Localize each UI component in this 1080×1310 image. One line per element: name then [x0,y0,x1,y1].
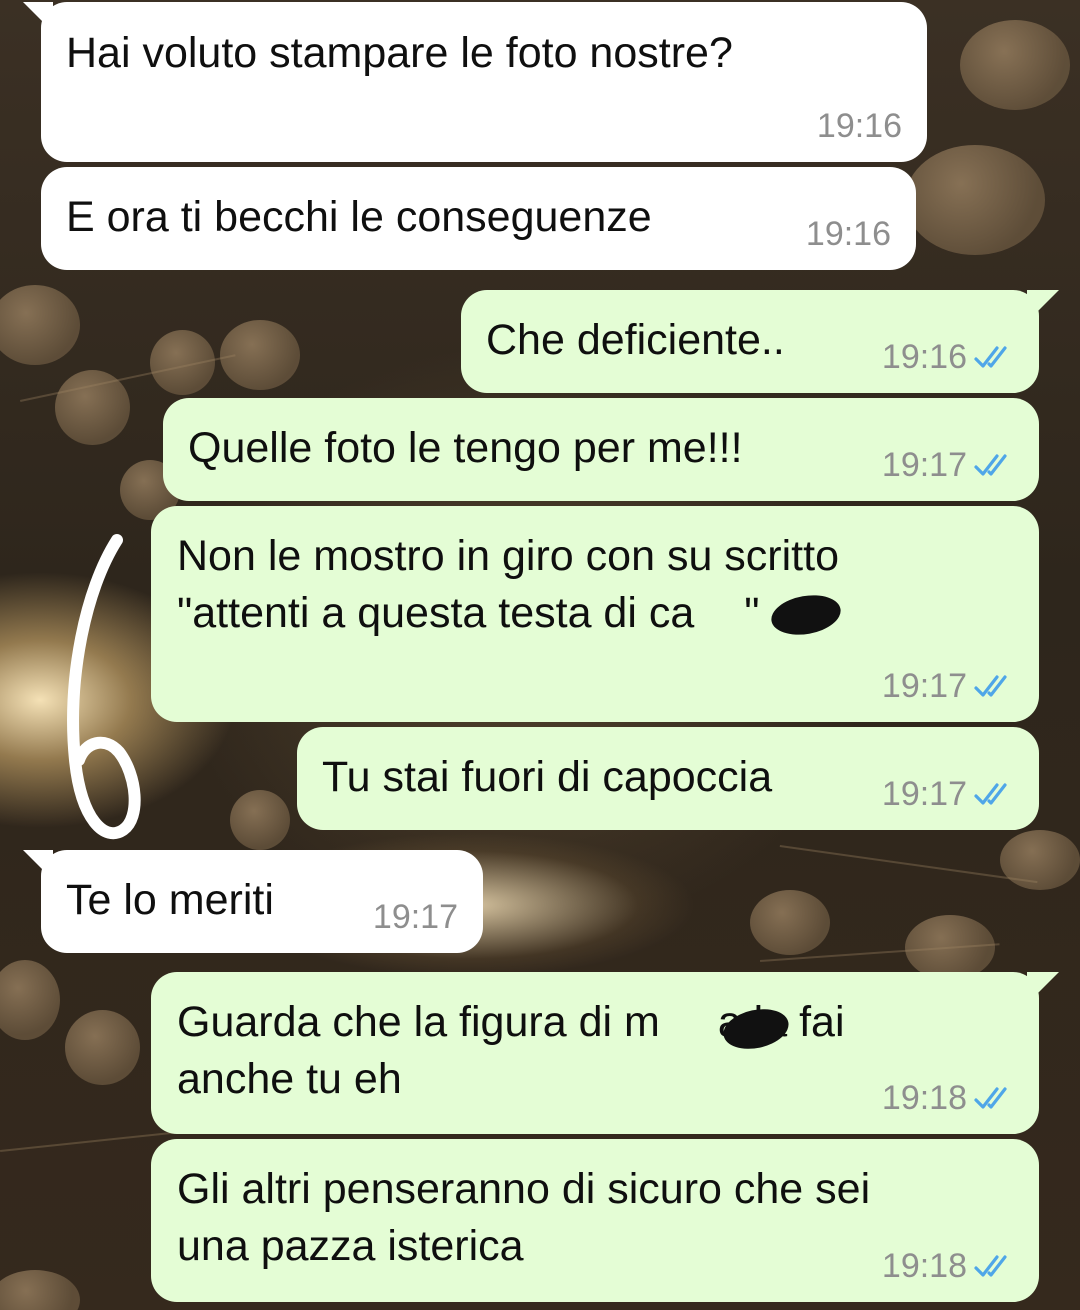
outgoing-message-bubble[interactable]: Tu stai fuori di capoccia 19:17 [297,727,1039,830]
message-text-line: "attenti a questa testa di ca " [177,585,760,641]
wallpaper-decoration [55,370,130,445]
double-check-icon [974,783,1007,805]
message-timestamp: 19:16 [881,338,967,376]
outgoing-message-bubble[interactable]: Che deficiente.. 19:16 [461,290,1059,393]
message-text: E ora ti becchi le conseguenze [66,193,652,241]
wallpaper-decoration [905,145,1045,255]
message-text: Quelle foto le tengo per me!!! [188,424,743,472]
message-meta: 19:18 [882,1078,1017,1118]
message-text-fragment: Guarda che la figura di m [177,998,660,1046]
message-text: Tu stai fuori di capoccia [322,753,773,801]
double-check-icon [974,454,1007,476]
message-text-line: Gli altri penseranno di sicuro che sei [177,1165,871,1213]
message-timestamp: 19:17 [372,898,458,936]
outgoing-message-bubble[interactable]: Non le mostro in giro con su scritto "at… [151,506,1039,722]
incoming-message-bubble[interactable]: Hai voluto stampare le foto nostre? 19:1… [23,2,927,162]
incoming-message-bubble[interactable]: E ora ti becchi le conseguenze 19:16 [41,167,916,270]
wallpaper-decoration [0,285,80,365]
double-check-icon [974,1255,1007,1277]
wallpaper-line [779,845,1038,884]
wallpaper-decoration [0,960,60,1040]
message-text-fragment: "attenti a questa testa di ca [177,589,695,637]
message-meta: 19:17 [882,666,1017,706]
outgoing-message-bubble[interactable]: Quelle foto le tengo per me!!! 19:17 [163,398,1039,501]
message-meta: 19:17 [882,774,1017,814]
wallpaper-decoration [750,890,830,955]
message-text: Che deficiente.. [486,316,785,364]
message-text: Hai voluto stampare le foto nostre? [66,29,733,77]
outgoing-message-bubble[interactable]: Guarda che la figura di ma la fai anche … [151,972,1059,1134]
bubble-tail-icon [1027,972,1059,1004]
message-timestamp: 19:17 [881,667,967,705]
bubble-tail-icon [23,850,53,880]
censor-scribble [768,590,844,640]
bubble-tail-icon [23,2,53,32]
message-timestamp: 19:17 [881,775,967,813]
message-text-line: anche tu eh [177,1055,402,1103]
message-meta: 19:17 [882,445,1017,485]
outgoing-message-bubble[interactable]: Gli altri penseranno di sicuro che sei u… [151,1139,1039,1302]
message-meta: 19:16 [882,337,1017,377]
double-check-icon [974,346,1007,368]
message-text-fragment: " [744,589,760,637]
wallpaper-decoration [230,790,290,850]
message-text-line: una pazza isterica [177,1222,524,1270]
double-check-icon [974,675,1007,697]
message-text-line: Non le mostro in giro con su scritto [177,532,839,580]
message-text: Te lo meriti [66,876,274,924]
bubble-tail-icon [1027,290,1059,322]
message-meta: 19:18 [882,1246,1017,1286]
message-timestamp: 19:18 [881,1247,967,1285]
message-timestamp: 19:16 [805,215,891,253]
wallpaper-decoration [960,20,1070,110]
double-check-icon [974,1087,1007,1109]
wallpaper-decoration [1000,830,1080,890]
message-timestamp: 19:16 [816,107,902,145]
message-timestamp: 19:17 [881,446,967,484]
message-timestamp: 19:18 [881,1079,967,1117]
incoming-message-bubble[interactable]: Te lo meriti 19:17 [23,850,483,953]
wallpaper-decoration [0,1270,80,1310]
wallpaper-decoration [65,1010,140,1085]
